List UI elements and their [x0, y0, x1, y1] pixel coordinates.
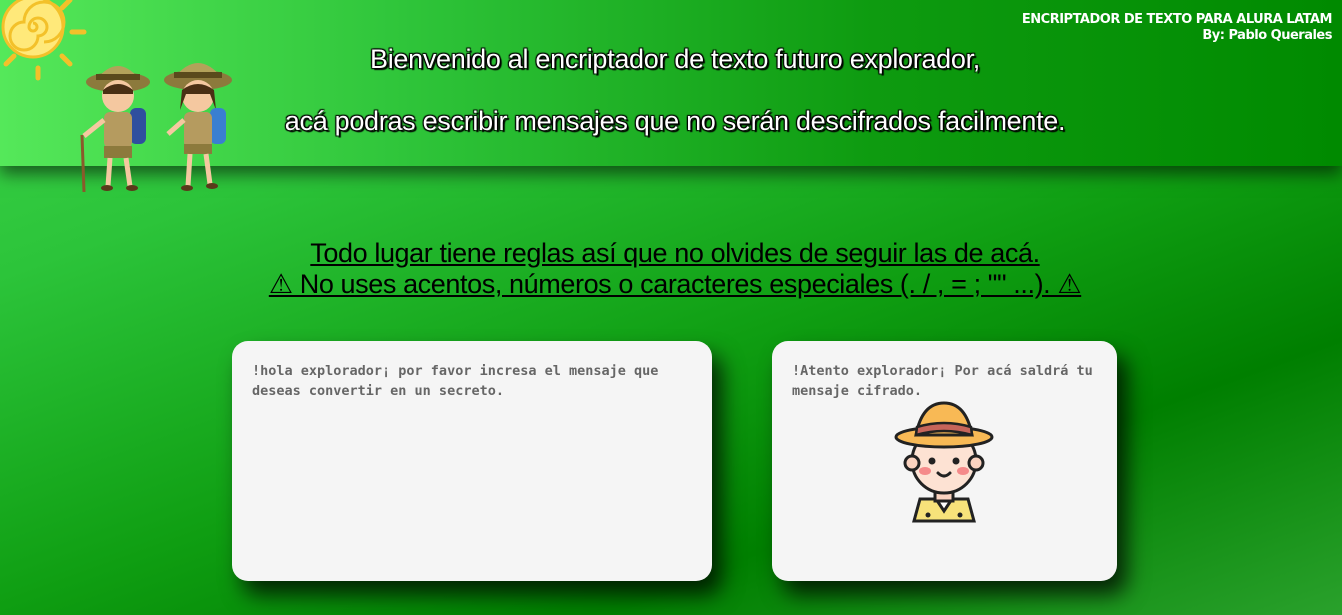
welcome-line-2: acá podras escribir mensajes que no será… [284, 106, 1066, 136]
explorer-avatar-icon [894, 401, 994, 523]
output-card [772, 341, 1117, 581]
app-title-block: ENCRIPTADOR DE TEXTO PARA ALURA LATAM By… [1021, 12, 1333, 44]
app-title: ENCRIPTADOR DE TEXTO PARA ALURA LATAM [1021, 12, 1333, 27]
rules-line-2: ⚠ No uses acentos, números o caracteres … [268, 269, 1082, 299]
rules-line-1: Todo lugar tiene reglas así que no olvid… [310, 238, 1040, 268]
author-credit: By: Pablo Querales [1202, 28, 1332, 43]
rules-notice: Todo lugar tiene reglas así que no olvid… [0, 238, 1342, 300]
header-banner: ENCRIPTADOR DE TEXTO PARA ALURA LATAM By… [0, 0, 1342, 193]
welcome-line-1: Bienvenido al encriptador de texto futur… [369, 44, 980, 74]
input-card [232, 341, 712, 581]
message-input[interactable] [252, 361, 692, 561]
